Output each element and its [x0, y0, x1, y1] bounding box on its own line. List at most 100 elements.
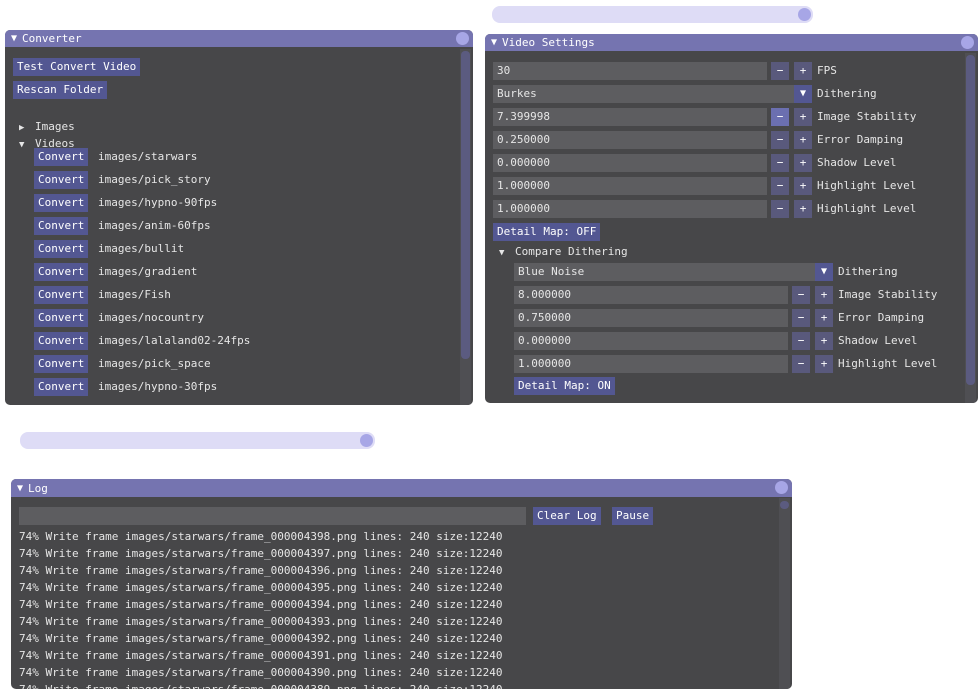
settings-value-input[interactable]: 1.000000 [493, 177, 767, 195]
compare-value-input[interactable]: 0.750000 [514, 309, 788, 327]
converter-window: ▼ Converter Test Convert Video Rescan Fo… [5, 30, 473, 405]
compare-plus-button[interactable]: + [815, 332, 833, 350]
settings-plus-button[interactable]: + [794, 131, 812, 149]
scroll-thumb[interactable] [966, 55, 975, 385]
collapse-arrow-icon[interactable]: ▼ [17, 483, 23, 494]
settings-plus-button[interactable]: + [794, 108, 812, 126]
detail-map-toggle-button[interactable]: Detail Map: OFF [493, 223, 601, 241]
compare-plus-button[interactable]: + [815, 355, 833, 373]
convert-button[interactable]: Convert [34, 148, 89, 166]
window-title: Log [28, 481, 48, 495]
convert-button[interactable]: Convert [34, 378, 89, 396]
compare-value-input[interactable]: 0.000000 [514, 332, 788, 350]
test-convert-video-button[interactable]: Test Convert Video [13, 58, 141, 76]
settings-plus-button[interactable]: + [794, 200, 812, 218]
compare-plus-button[interactable]: + [815, 286, 833, 304]
window-title: Converter [22, 32, 82, 45]
fps-minus-button[interactable]: − [771, 62, 789, 80]
log-line: 74% Write frame images/starwars/frame_00… [19, 547, 503, 560]
compare-plus-button[interactable]: + [815, 309, 833, 327]
fps-plus-button[interactable]: + [794, 62, 812, 80]
compare-dithering-select[interactable]: Blue Noise [514, 263, 815, 281]
log-line: 74% Write frame images/starwars/frame_00… [19, 681, 502, 689]
collapse-dot[interactable] [360, 434, 373, 447]
log-line: 74% Write frame images/starwars/frame_00… [19, 564, 503, 577]
converter-scrollbar[interactable] [460, 49, 471, 405]
dithering-dropdown-arrow-icon[interactable]: ▼ [794, 85, 812, 103]
convert-button[interactable]: Convert [34, 263, 89, 281]
settings-label: Shadow Level [817, 156, 897, 169]
settings-minus-button[interactable]: − [771, 108, 789, 126]
clear-log-button[interactable]: Clear Log [533, 507, 601, 525]
convert-button[interactable]: Convert [34, 194, 89, 212]
compare-label: Shadow Level [838, 334, 918, 347]
video-path-label: images/starwars [98, 150, 198, 163]
converter-titlebar[interactable]: ▼ Converter [5, 30, 473, 47]
collapse-arrow-icon[interactable]: ▼ [491, 37, 497, 48]
video-path-label: images/lalaland02-24fps [98, 334, 251, 347]
convert-button[interactable]: Convert [34, 171, 89, 189]
window-close-icon[interactable] [456, 32, 469, 45]
compare-dithering-dropdown-arrow-icon[interactable]: ▼ [815, 263, 833, 281]
settings-plus-button[interactable]: + [794, 154, 812, 172]
collapsed-window-middle[interactable] [20, 432, 375, 449]
compare-label: Error Damping [838, 311, 925, 324]
window-close-icon[interactable] [775, 481, 788, 494]
dithering-select[interactable]: Burkes [493, 85, 794, 103]
log-line: 74% Write frame images/starwars/frame_00… [19, 666, 503, 679]
settings-minus-button[interactable]: − [771, 177, 789, 195]
compare-minus-button[interactable]: − [792, 332, 810, 350]
video-path-label: images/hypno-90fps [98, 196, 218, 209]
log-titlebar[interactable]: ▼ Log [11, 479, 792, 497]
tree-node-compare-dithering[interactable]: ▼ Compare Dithering [499, 243, 628, 262]
scroll-thumb[interactable] [461, 51, 470, 359]
video-path-label: images/anim-60fps [98, 219, 211, 232]
convert-button[interactable]: Convert [34, 332, 89, 350]
video-path-label: images/pick_story [98, 173, 211, 186]
convert-button[interactable]: Convert [34, 309, 89, 327]
collapsed-window-top[interactable] [492, 6, 813, 23]
video-path-label: images/nocountry [98, 311, 204, 324]
log-line: 74% Write frame images/starwars/frame_00… [19, 649, 503, 662]
video-path-label: images/gradient [98, 265, 198, 278]
log-window: ▼ Log Clear Log Pause 74% Write frame im… [11, 479, 792, 689]
convert-button[interactable]: Convert [34, 217, 89, 235]
video-settings-titlebar[interactable]: ▼ Video Settings [485, 34, 978, 51]
expanded-arrow-icon: ▼ [19, 140, 25, 150]
compare-dithering-label: Dithering [838, 265, 898, 278]
collapse-arrow-icon[interactable]: ▼ [11, 33, 17, 44]
settings-label: Highlight Level [817, 179, 917, 192]
settings-value-input[interactable]: 1.000000 [493, 200, 767, 218]
fps-input[interactable]: 30 [493, 62, 767, 80]
log-filter-input[interactable] [19, 507, 526, 525]
expanded-arrow-icon: ▼ [499, 248, 505, 258]
settings-minus-button[interactable]: − [771, 200, 789, 218]
compare-value-input[interactable]: 8.000000 [514, 286, 788, 304]
settings-value-input[interactable]: 7.399998 [493, 108, 767, 126]
scroll-thumb[interactable] [780, 501, 789, 509]
video-settings-window: ▼ Video Settings 30 − + FPS Burkes ▼ Dit… [485, 34, 978, 403]
log-scrollbar[interactable] [779, 498, 790, 689]
compare-value-input[interactable]: 1.000000 [514, 355, 788, 373]
settings-value-input[interactable]: 0.000000 [493, 154, 767, 172]
video-path-label: images/hypno-30fps [98, 380, 218, 393]
convert-button[interactable]: Convert [34, 240, 89, 258]
rescan-folder-button[interactable]: Rescan Folder [13, 81, 108, 99]
compare-detail-map-toggle-button[interactable]: Detail Map: ON [514, 377, 615, 395]
settings-value-input[interactable]: 0.250000 [493, 131, 767, 149]
collapse-dot[interactable] [798, 8, 811, 21]
video-path-label: images/Fish [98, 288, 171, 301]
window-close-icon[interactable] [961, 36, 974, 49]
collapsed-arrow-icon: ▶ [19, 123, 25, 133]
compare-minus-button[interactable]: − [792, 286, 810, 304]
convert-button[interactable]: Convert [34, 286, 89, 304]
settings-minus-button[interactable]: − [771, 131, 789, 149]
settings-plus-button[interactable]: + [794, 177, 812, 195]
compare-minus-button[interactable]: − [792, 309, 810, 327]
settings-minus-button[interactable]: − [771, 154, 789, 172]
convert-button[interactable]: Convert [34, 355, 89, 373]
dithering-label: Dithering [817, 87, 877, 100]
video-settings-scrollbar[interactable] [965, 53, 976, 403]
compare-minus-button[interactable]: − [792, 355, 810, 373]
pause-button[interactable]: Pause [612, 507, 654, 525]
